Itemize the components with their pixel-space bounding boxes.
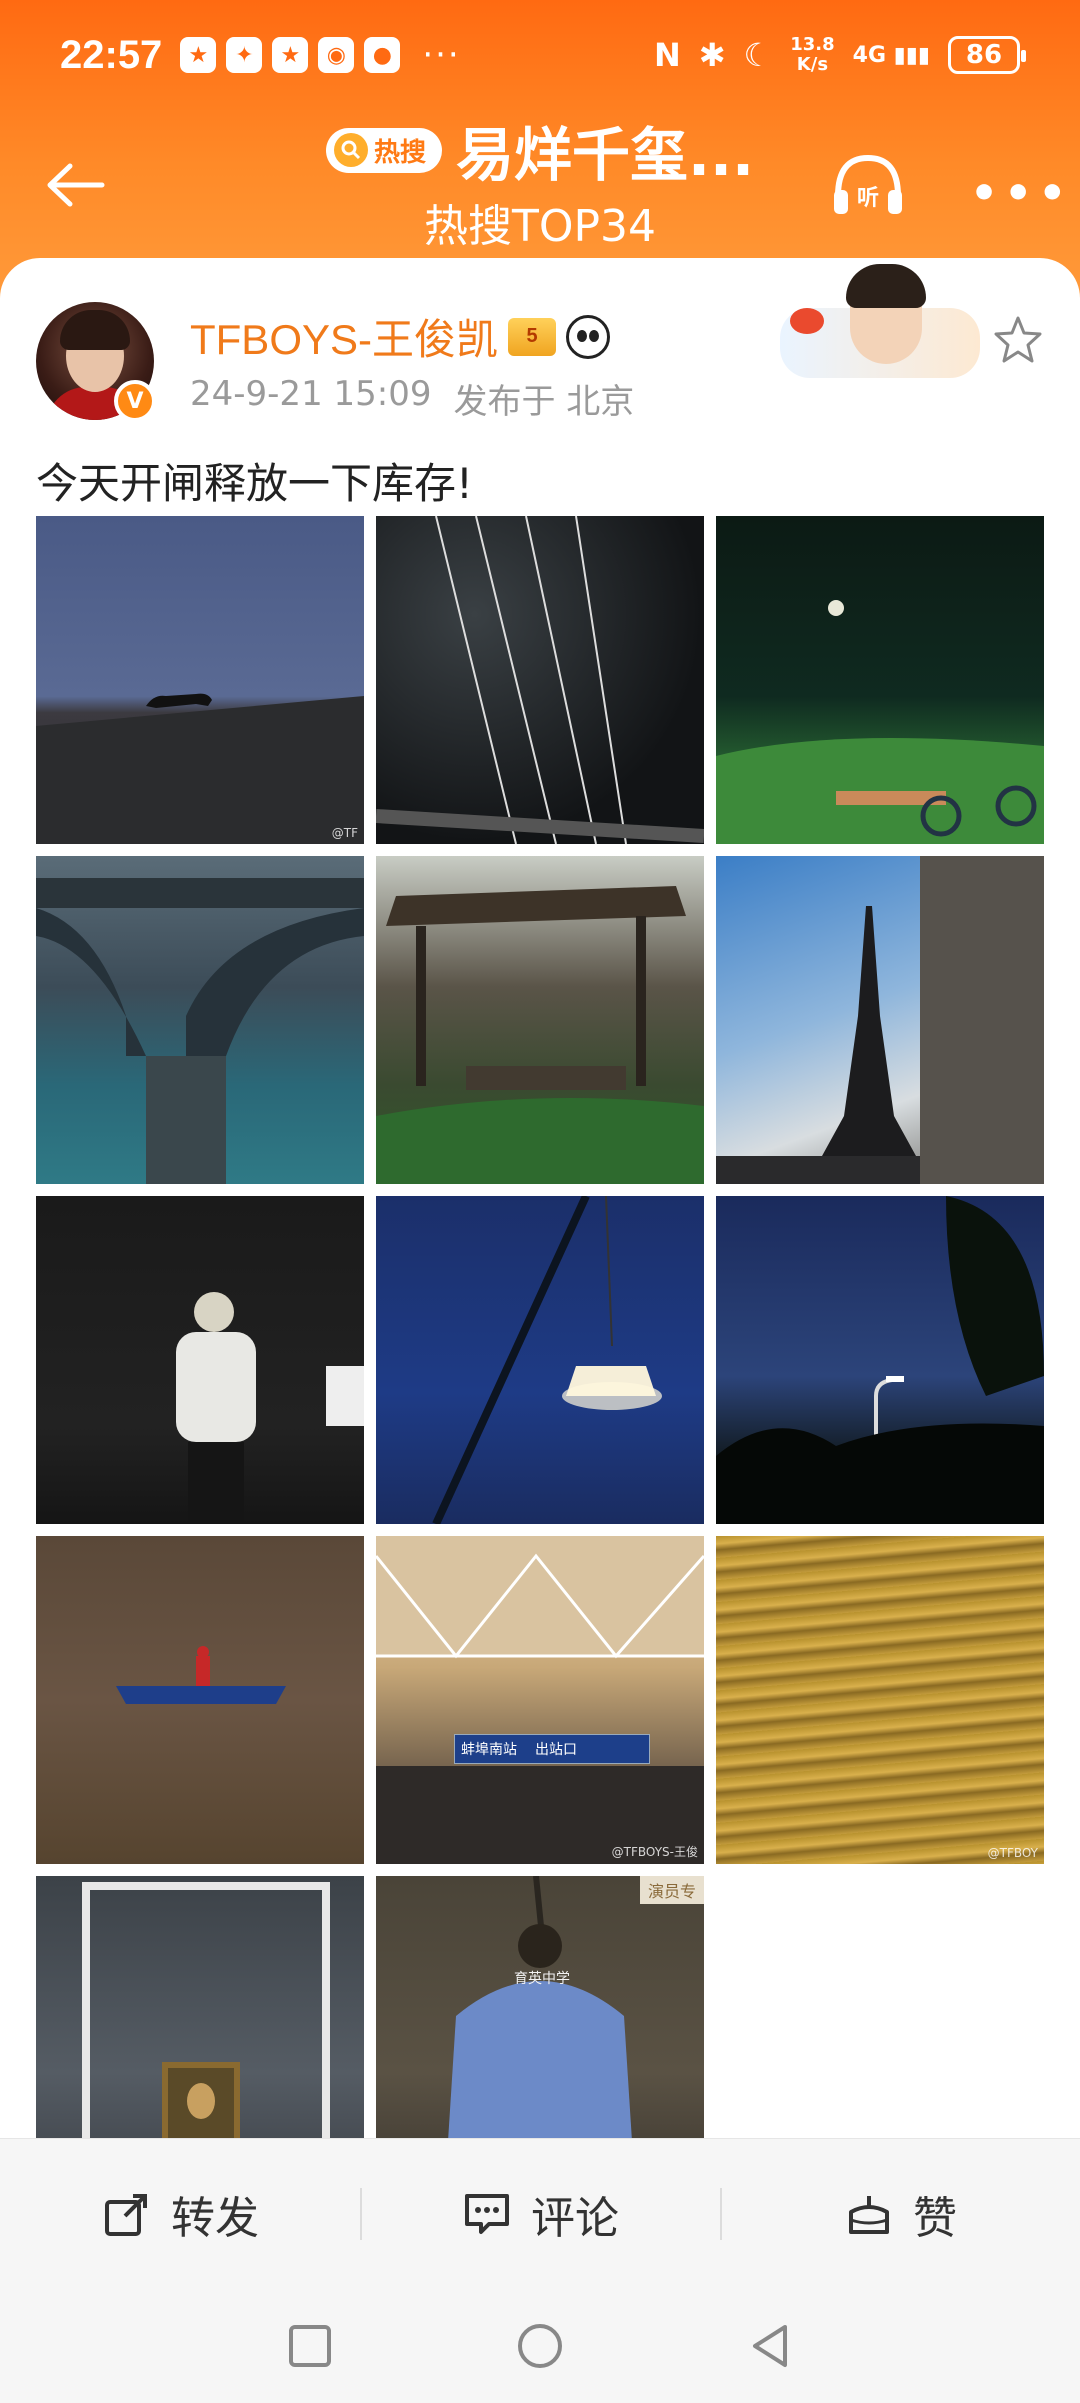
post-location: 发布于 北京 (453, 382, 635, 422)
station-sign: 蚌埠南站 出站口 (454, 1734, 650, 1764)
like-button[interactable]: 赞 (720, 2182, 1080, 2246)
photo-street-lamp-night[interactable] (716, 1196, 1044, 1524)
photo-train-station[interactable]: 蚌埠南站 出站口 @TFBOYS-王俊 (376, 1536, 704, 1864)
topic-header: 热搜 易烊千玺... 热搜TOP34 (300, 110, 780, 260)
station-exit: 出站口 (535, 1742, 577, 1758)
station-name: 蚌埠南站 (461, 1742, 517, 1758)
photo-shed-ruins[interactable] (376, 856, 704, 1184)
crown-badge-level: 5 (526, 325, 538, 347)
game-app-icon: ✦ (226, 37, 263, 73)
hot-search-pill[interactable]: 热搜 (325, 127, 442, 173)
photo-golden-water[interactable]: @TFBOY (716, 1536, 1044, 1864)
crown-badge-icon[interactable]: 5 (508, 317, 557, 356)
network-speed: 13.8 K/s (790, 35, 834, 75)
home-icon[interactable] (515, 2321, 565, 2371)
topic-title[interactable]: 易烊千玺... (456, 108, 754, 192)
weibo-icon: ● (364, 37, 401, 73)
photo-buoy-boat[interactable] (36, 1536, 364, 1864)
username-row: TFBOYS-王俊凯 5 (190, 306, 611, 367)
comment-button[interactable]: 评论 (360, 2182, 720, 2246)
action-bar: 转发 评论 赞 (0, 2138, 1080, 2288)
like-label: 赞 (913, 2192, 957, 2244)
jacket-text: 育英中学 (514, 1971, 570, 1987)
photo-moon-grass[interactable] (716, 516, 1044, 844)
comment-icon (465, 2193, 509, 2234)
hot-search-label: 热搜 (373, 137, 426, 168)
status-indicators: N ✱ ☾ 13.8 K/s 4G ▮▮▮ 86 (653, 0, 1026, 110)
wechat-icon: ◉ (318, 37, 355, 73)
star-icon (994, 316, 1042, 363)
post-meta: 24-9-21 15:09 发布于 北京 (190, 374, 634, 423)
actor-label: 演员专 (639, 1876, 704, 1904)
photo-hanging-lamp[interactable] (376, 1196, 704, 1524)
signal-type: 4G (852, 42, 887, 68)
decoration-sticker (780, 264, 980, 384)
more-options-button[interactable]: ••• (970, 168, 1072, 219)
watermark: @TF (331, 826, 358, 840)
status-bar: 22:57 ★ ✦ ★ ◉ ● ··· N ✱ ☾ 13.8 K/s 4G ▮▮… (0, 0, 1080, 110)
battery-level: 86 (965, 40, 1003, 70)
post-card: V TFBOYS-王俊凯 5 24-9-21 15:09 发布于 北京 今天开闸… (0, 258, 1080, 2204)
do-not-disturb-icon: ☾ (743, 36, 773, 74)
battery-icon: 86 (948, 36, 1026, 74)
watermark: @TFBOYS-王俊 (611, 1845, 698, 1859)
running-app-icon: ★ (180, 37, 217, 73)
running-app-icon: ★ (272, 37, 309, 73)
back-button[interactable] (40, 150, 110, 220)
photo-person-dark-room[interactable] (36, 1196, 364, 1524)
svg-text:听: 听 (857, 186, 879, 211)
bluetooth-icon: ✱ (698, 36, 726, 74)
watermark: @TFBOY (987, 1846, 1038, 1860)
verified-badge-icon: V (114, 380, 156, 422)
repost-button[interactable]: 转发 (0, 2182, 360, 2246)
favorite-button[interactable] (992, 314, 1044, 366)
headphones-icon: 听 (834, 154, 902, 214)
search-icon (333, 133, 368, 167)
repost-label: 转发 (171, 2192, 259, 2244)
repost-icon (105, 2193, 147, 2236)
photo-wires-night[interactable] (376, 516, 704, 844)
nfc-icon: N (653, 36, 681, 74)
status-time: 22:57 (60, 32, 163, 77)
post-date: 24-9-21 15:09 (190, 374, 432, 414)
back-triangle-icon[interactable] (745, 2321, 795, 2371)
signal-icon: 4G ▮▮▮ (852, 42, 930, 68)
comment-label: 评论 (531, 2192, 619, 2244)
photo-cat-on-roof[interactable]: @TF (36, 516, 364, 844)
photo-bridge-river[interactable] (36, 856, 364, 1184)
recent-apps-icon[interactable] (285, 2321, 335, 2371)
network-speed-unit: K/s (796, 54, 829, 75)
username[interactable]: TFBOYS-王俊凯 (190, 306, 498, 367)
post-text: 今天开闸释放一下库存! (36, 459, 473, 508)
topic-rank: 热搜TOP34 (423, 201, 657, 252)
status-app-icons: ★ ✦ ★ ◉ ● ··· (180, 35, 460, 75)
network-speed-value: 13.8 (790, 34, 835, 55)
like-cake-icon (849, 2195, 889, 2234)
image-grid: @TF 蚌埠南站 出站口 @TFBOYS-王俊 @TFBOY 演员专 育英中学 (36, 516, 1044, 2204)
back-arrow-icon (47, 163, 105, 207)
system-navigation-bar (0, 2288, 1080, 2403)
more-notifications-icon: ··· (422, 35, 461, 75)
photo-eiffel-tower[interactable] (716, 856, 1044, 1184)
panda-badge-icon[interactable] (566, 314, 611, 359)
listen-button[interactable]: 听 (830, 150, 906, 220)
